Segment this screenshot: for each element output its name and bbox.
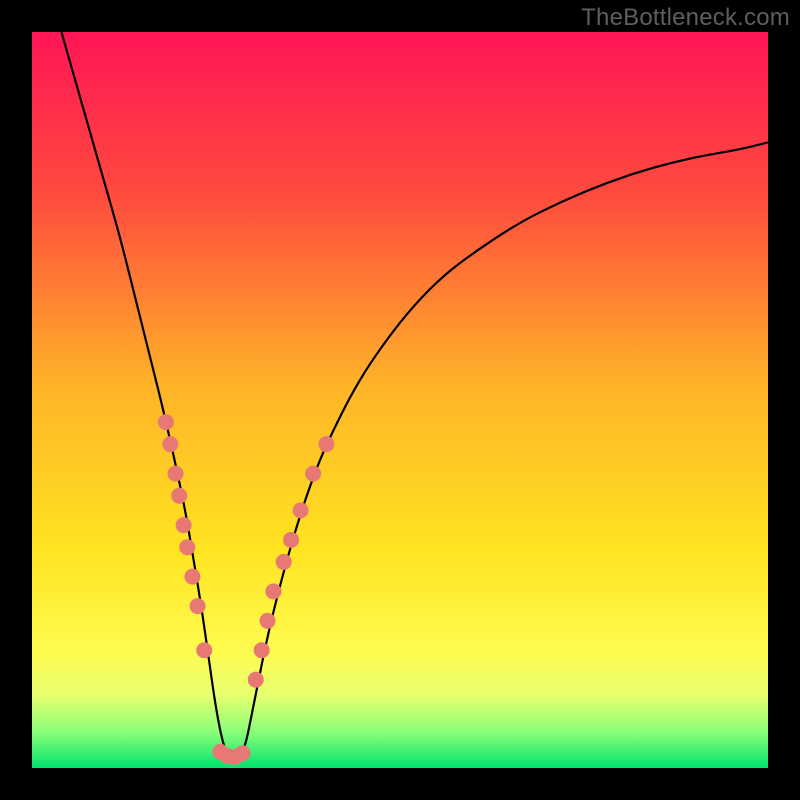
data-point (234, 745, 250, 761)
data-point (293, 502, 309, 518)
data-point (248, 672, 264, 688)
data-point (171, 488, 187, 504)
data-point (265, 583, 281, 599)
data-point (276, 554, 292, 570)
data-point (190, 598, 206, 614)
data-point (176, 517, 192, 533)
plot-area (32, 32, 768, 768)
watermark-text: TheBottleneck.com (581, 4, 790, 32)
data-point (305, 466, 321, 482)
data-point (254, 642, 270, 658)
chart-container: TheBottleneck.com (0, 0, 800, 800)
data-point (162, 436, 178, 452)
data-point (168, 466, 184, 482)
data-point (318, 436, 334, 452)
data-point (184, 569, 200, 585)
gradient-background (32, 32, 768, 768)
data-point (196, 642, 212, 658)
data-point (179, 539, 195, 555)
data-point (260, 613, 276, 629)
data-point (283, 532, 299, 548)
data-point (158, 414, 174, 430)
chart-svg (32, 32, 768, 768)
